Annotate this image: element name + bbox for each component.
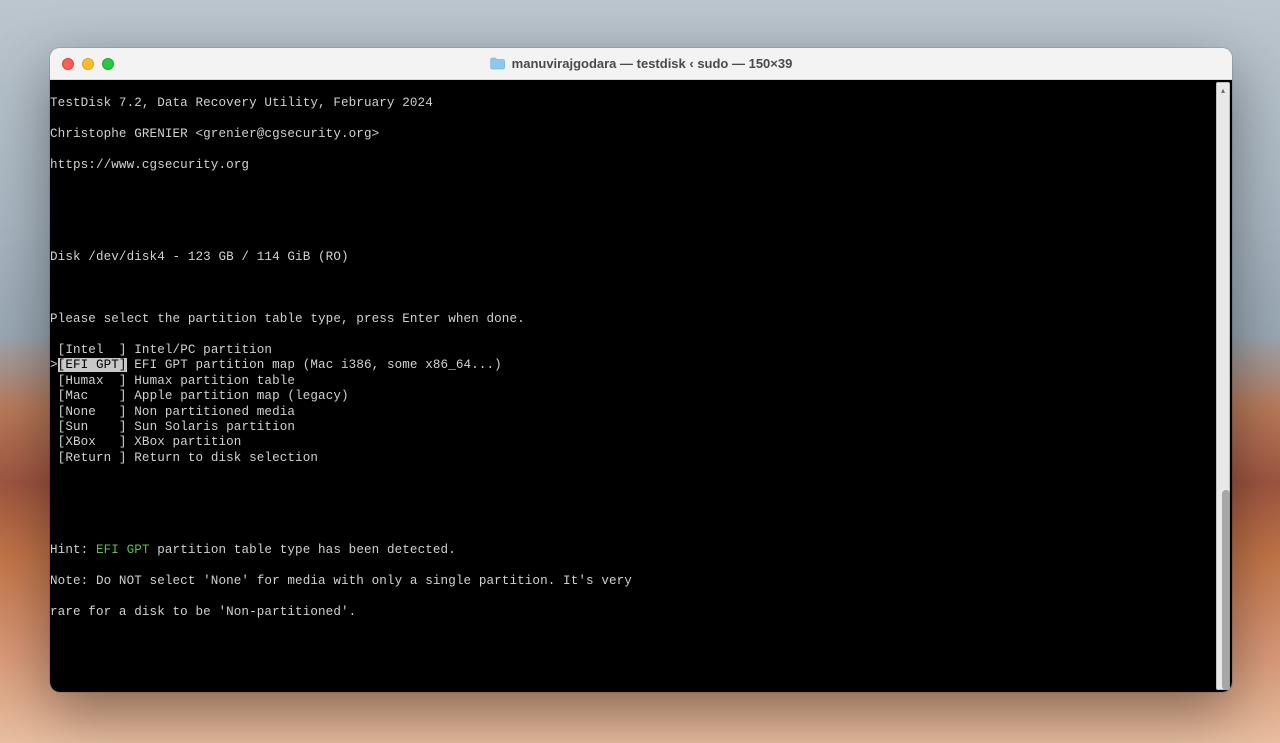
header-line: https://www.cgsecurity.org [50, 158, 1232, 173]
terminal-window: manuvirajgodara — testdisk ‹ sudo — 150×… [50, 48, 1232, 692]
blank-line [50, 512, 1232, 527]
blank-line [50, 281, 1232, 296]
partition-option[interactable]: [XBox ] XBox partition [50, 435, 1232, 450]
window-title-content: manuvirajgodara — testdisk ‹ sudo — 150×… [490, 56, 793, 71]
partition-option[interactable]: [Return ] Return to disk selection [50, 451, 1232, 466]
maximize-button[interactable] [102, 58, 114, 70]
terminal-content: TestDisk 7.2, Data Recovery Utility, Feb… [50, 80, 1232, 651]
traffic-lights [62, 58, 114, 70]
hint-line: Hint: EFI GPT partition table type has b… [50, 543, 1232, 558]
blank-line [50, 220, 1232, 235]
header-line: Christophe GRENIER <grenier@cgsecurity.o… [50, 127, 1232, 142]
partition-option[interactable]: [Intel ] Intel/PC partition [50, 343, 1232, 358]
window-titlebar[interactable]: manuvirajgodara — testdisk ‹ sudo — 150×… [50, 48, 1232, 80]
header-line: TestDisk 7.2, Data Recovery Utility, Feb… [50, 96, 1232, 111]
scrollbar-thumb[interactable] [1222, 490, 1230, 690]
close-button[interactable] [62, 58, 74, 70]
partition-option[interactable]: [Sun ] Sun Solaris partition [50, 420, 1232, 435]
hint-highlight: EFI GPT [96, 543, 150, 557]
partition-option[interactable]: [None ] Non partitioned media [50, 405, 1232, 420]
window-title-text: manuvirajgodara — testdisk ‹ sudo — 150×… [512, 56, 793, 71]
partition-option[interactable]: [Humax ] Humax partition table [50, 374, 1232, 389]
partition-option[interactable]: >[EFI GPT] EFI GPT partition map (Mac i3… [50, 358, 1232, 373]
folder-icon [490, 57, 506, 70]
minimize-button[interactable] [82, 58, 94, 70]
partition-option[interactable]: [Mac ] Apple partition map (legacy) [50, 389, 1232, 404]
blank-line [50, 189, 1232, 204]
terminal-body[interactable]: TestDisk 7.2, Data Recovery Utility, Feb… [50, 80, 1232, 692]
scroll-up-icon[interactable]: ▴ [1217, 83, 1229, 97]
note-line: rare for a disk to be 'Non-partitioned'. [50, 605, 1232, 620]
prompt-line: Please select the partition table type, … [50, 312, 1232, 327]
blank-line [50, 482, 1232, 497]
note-line: Note: Do NOT select 'None' for media wit… [50, 574, 1232, 589]
disk-info: Disk /dev/disk4 - 123 GB / 114 GiB (RO) [50, 250, 1232, 265]
